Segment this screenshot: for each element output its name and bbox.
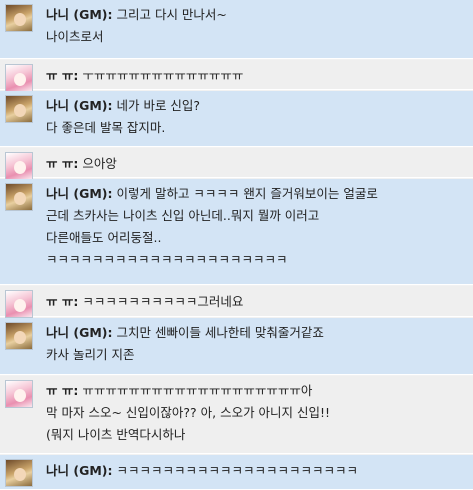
chat-message: 나니 (GM): 그리고 다시 만나서~ 나이츠로서 bbox=[0, 0, 473, 59]
gm-avatar-icon bbox=[5, 183, 33, 211]
message-line: 나니 (GM): 그치만 센빠이들 세나한테 맞춰줄거같죠 bbox=[46, 322, 467, 344]
chat-message: ㅠ ㅠ: ㅋㅋㅋㅋㅋㅋㅋㅋㅋㅋ그러네요 bbox=[0, 286, 473, 318]
message-line: ㅋㅋㅋㅋㅋㅋㅋㅋㅋㅋㅋㅋㅋㅋㅋㅋㅋㅋㅋㅋㅋ bbox=[46, 249, 467, 271]
message-line: 카사 놀리기 지존 bbox=[46, 344, 467, 366]
message-line: 다른애들도 어리둥절.. bbox=[46, 227, 467, 249]
message-line: ㅠ ㅠ: 으아앙 bbox=[46, 153, 467, 175]
message-line: 나니 (GM): 네가 바로 신입? bbox=[46, 95, 467, 117]
message-text: 나이츠로서 bbox=[46, 29, 104, 44]
speaker-name: 나니 (GM): bbox=[46, 325, 113, 340]
message-line: 나니 (GM): 그리고 다시 만나서~ bbox=[46, 4, 467, 26]
message-line: 나니 (GM): 이렇게 말하고 ㅋㅋㅋㅋ 왠지 즐거워보이는 얼굴로 bbox=[46, 183, 467, 205]
message-text: (뭐지 나이츠 반역다시하나 bbox=[46, 427, 186, 442]
message-text: 막 마자 스오~ 신입이잖아?? 아, 스오가 아니지 신입!! bbox=[46, 405, 331, 420]
message-text: 그치만 센빠이들 세나한테 맞춰줄거같죠 bbox=[116, 325, 324, 340]
message-text: ㅋㅋㅋㅋㅋㅋㅋㅋㅋㅋㅋㅋㅋㅋㅋㅋㅋㅋㅋㅋㅋ bbox=[46, 252, 288, 267]
message-text: 이렇게 말하고 ㅋㅋㅋㅋ 왠지 즐거워보이는 얼굴로 bbox=[116, 186, 378, 201]
pp-avatar-icon bbox=[5, 380, 33, 408]
chat-message: ㅠ ㅠ: ㅜㅠㅠㅠㅠㅠㅠㅠㅠㅠㅠㅠㅠㅠ bbox=[0, 60, 473, 92]
speaker-name: ㅠ ㅠ: bbox=[46, 383, 79, 398]
message-text: ㅠㅠㅠㅠㅠㅠㅠㅠㅠㅠㅠㅠㅠㅠㅠㅠㅠㅠㅠ아 bbox=[82, 383, 313, 398]
message-text: 다른애들도 어리둥절.. bbox=[46, 230, 162, 245]
pp-avatar-icon bbox=[5, 64, 33, 92]
message-line: (뭐지 나이츠 반역다시하나 bbox=[46, 424, 467, 446]
message-text: 그리고 다시 만나서~ bbox=[116, 7, 227, 22]
message-line: 근데 츠카사는 나이츠 신입 아닌데..뭐지 뭘까 이러고 bbox=[46, 205, 467, 227]
chat-message: 나니 (GM): ㅋㅋㅋㅋㅋㅋㅋㅋㅋㅋㅋㅋㅋㅋㅋㅋㅋㅋㅋㅋㅋ bbox=[0, 455, 473, 490]
speaker-name: ㅠ ㅠ: bbox=[46, 68, 79, 83]
chat-log: 나니 (GM): 그리고 다시 만나서~ 나이츠로서 ㅠ ㅠ: ㅜㅠㅠㅠㅠㅠㅠㅠㅠㅠ… bbox=[0, 0, 473, 490]
chat-message: 나니 (GM): 그치만 센빠이들 세나한테 맞춰줄거같죠카사 놀리기 지존 bbox=[0, 318, 473, 375]
chat-message: ㅠ ㅠ: 으아앙 bbox=[0, 148, 473, 180]
message-text: ㅜㅠㅠㅠㅠㅠㅠㅠㅠㅠㅠㅠㅠㅠ bbox=[82, 68, 244, 83]
speaker-name: 나니 (GM): bbox=[46, 98, 113, 113]
message-text: ㅋㅋㅋㅋㅋㅋㅋㅋㅋㅋ그러네요 bbox=[82, 294, 244, 309]
chat-message: 나니 (GM): 네가 바로 신입? 다 좋은데 발목 잡지마. bbox=[0, 91, 473, 147]
message-line: 나니 (GM): ㅋㅋㅋㅋㅋㅋㅋㅋㅋㅋㅋㅋㅋㅋㅋㅋㅋㅋㅋㅋㅋ bbox=[46, 460, 467, 482]
speaker-name: 나니 (GM): bbox=[46, 7, 113, 22]
message-text: 네가 바로 신입? bbox=[116, 98, 201, 113]
message-line: ㅠ ㅠ: ㅠㅠㅠㅠㅠㅠㅠㅠㅠㅠㅠㅠㅠㅠㅠㅠㅠㅠㅠ아 bbox=[46, 380, 467, 402]
gm-avatar-icon bbox=[5, 322, 33, 350]
speaker-name: ㅠ ㅠ: bbox=[46, 294, 79, 309]
message-text: 근데 츠카사는 나이츠 신입 아닌데..뭐지 뭘까 이러고 bbox=[46, 208, 320, 223]
message-line: 막 마자 스오~ 신입이잖아?? 아, 스오가 아니지 신입!! bbox=[46, 402, 467, 424]
speaker-name: ㅠ ㅠ: bbox=[46, 156, 79, 171]
gm-avatar-icon bbox=[5, 459, 33, 487]
message-text: 으아앙 bbox=[82, 156, 117, 171]
message-line: ㅠ ㅠ: ㅜㅠㅠㅠㅠㅠㅠㅠㅠㅠㅠㅠㅠㅠ bbox=[46, 65, 467, 87]
message-text: ㅋㅋㅋㅋㅋㅋㅋㅋㅋㅋㅋㅋㅋㅋㅋㅋㅋㅋㅋㅋㅋ bbox=[116, 463, 358, 478]
gm-avatar-icon bbox=[5, 4, 33, 32]
pp-avatar-icon bbox=[5, 290, 33, 318]
message-line: ㅠ ㅠ: ㅋㅋㅋㅋㅋㅋㅋㅋㅋㅋ그러네요 bbox=[46, 291, 467, 313]
speaker-name: 나니 (GM): bbox=[46, 186, 113, 201]
message-line: 다 좋은데 발목 잡지마. bbox=[46, 117, 467, 139]
message-text: 다 좋은데 발목 잡지마. bbox=[46, 120, 166, 135]
message-line: 나이츠로서 bbox=[46, 26, 467, 48]
gm-avatar-icon bbox=[5, 95, 33, 123]
pp-avatar-icon bbox=[5, 152, 33, 180]
chat-message: ㅠ ㅠ: ㅠㅠㅠㅠㅠㅠㅠㅠㅠㅠㅠㅠㅠㅠㅠㅠㅠㅠㅠ아막 마자 스오~ 신입이잖아?… bbox=[0, 376, 473, 454]
message-text: 카사 놀리기 지존 bbox=[46, 347, 135, 362]
speaker-name: 나니 (GM): bbox=[46, 463, 113, 478]
chat-message: 나니 (GM): 이렇게 말하고 ㅋㅋㅋㅋ 왠지 즐거워보이는 얼굴로근데 츠카… bbox=[0, 179, 473, 285]
